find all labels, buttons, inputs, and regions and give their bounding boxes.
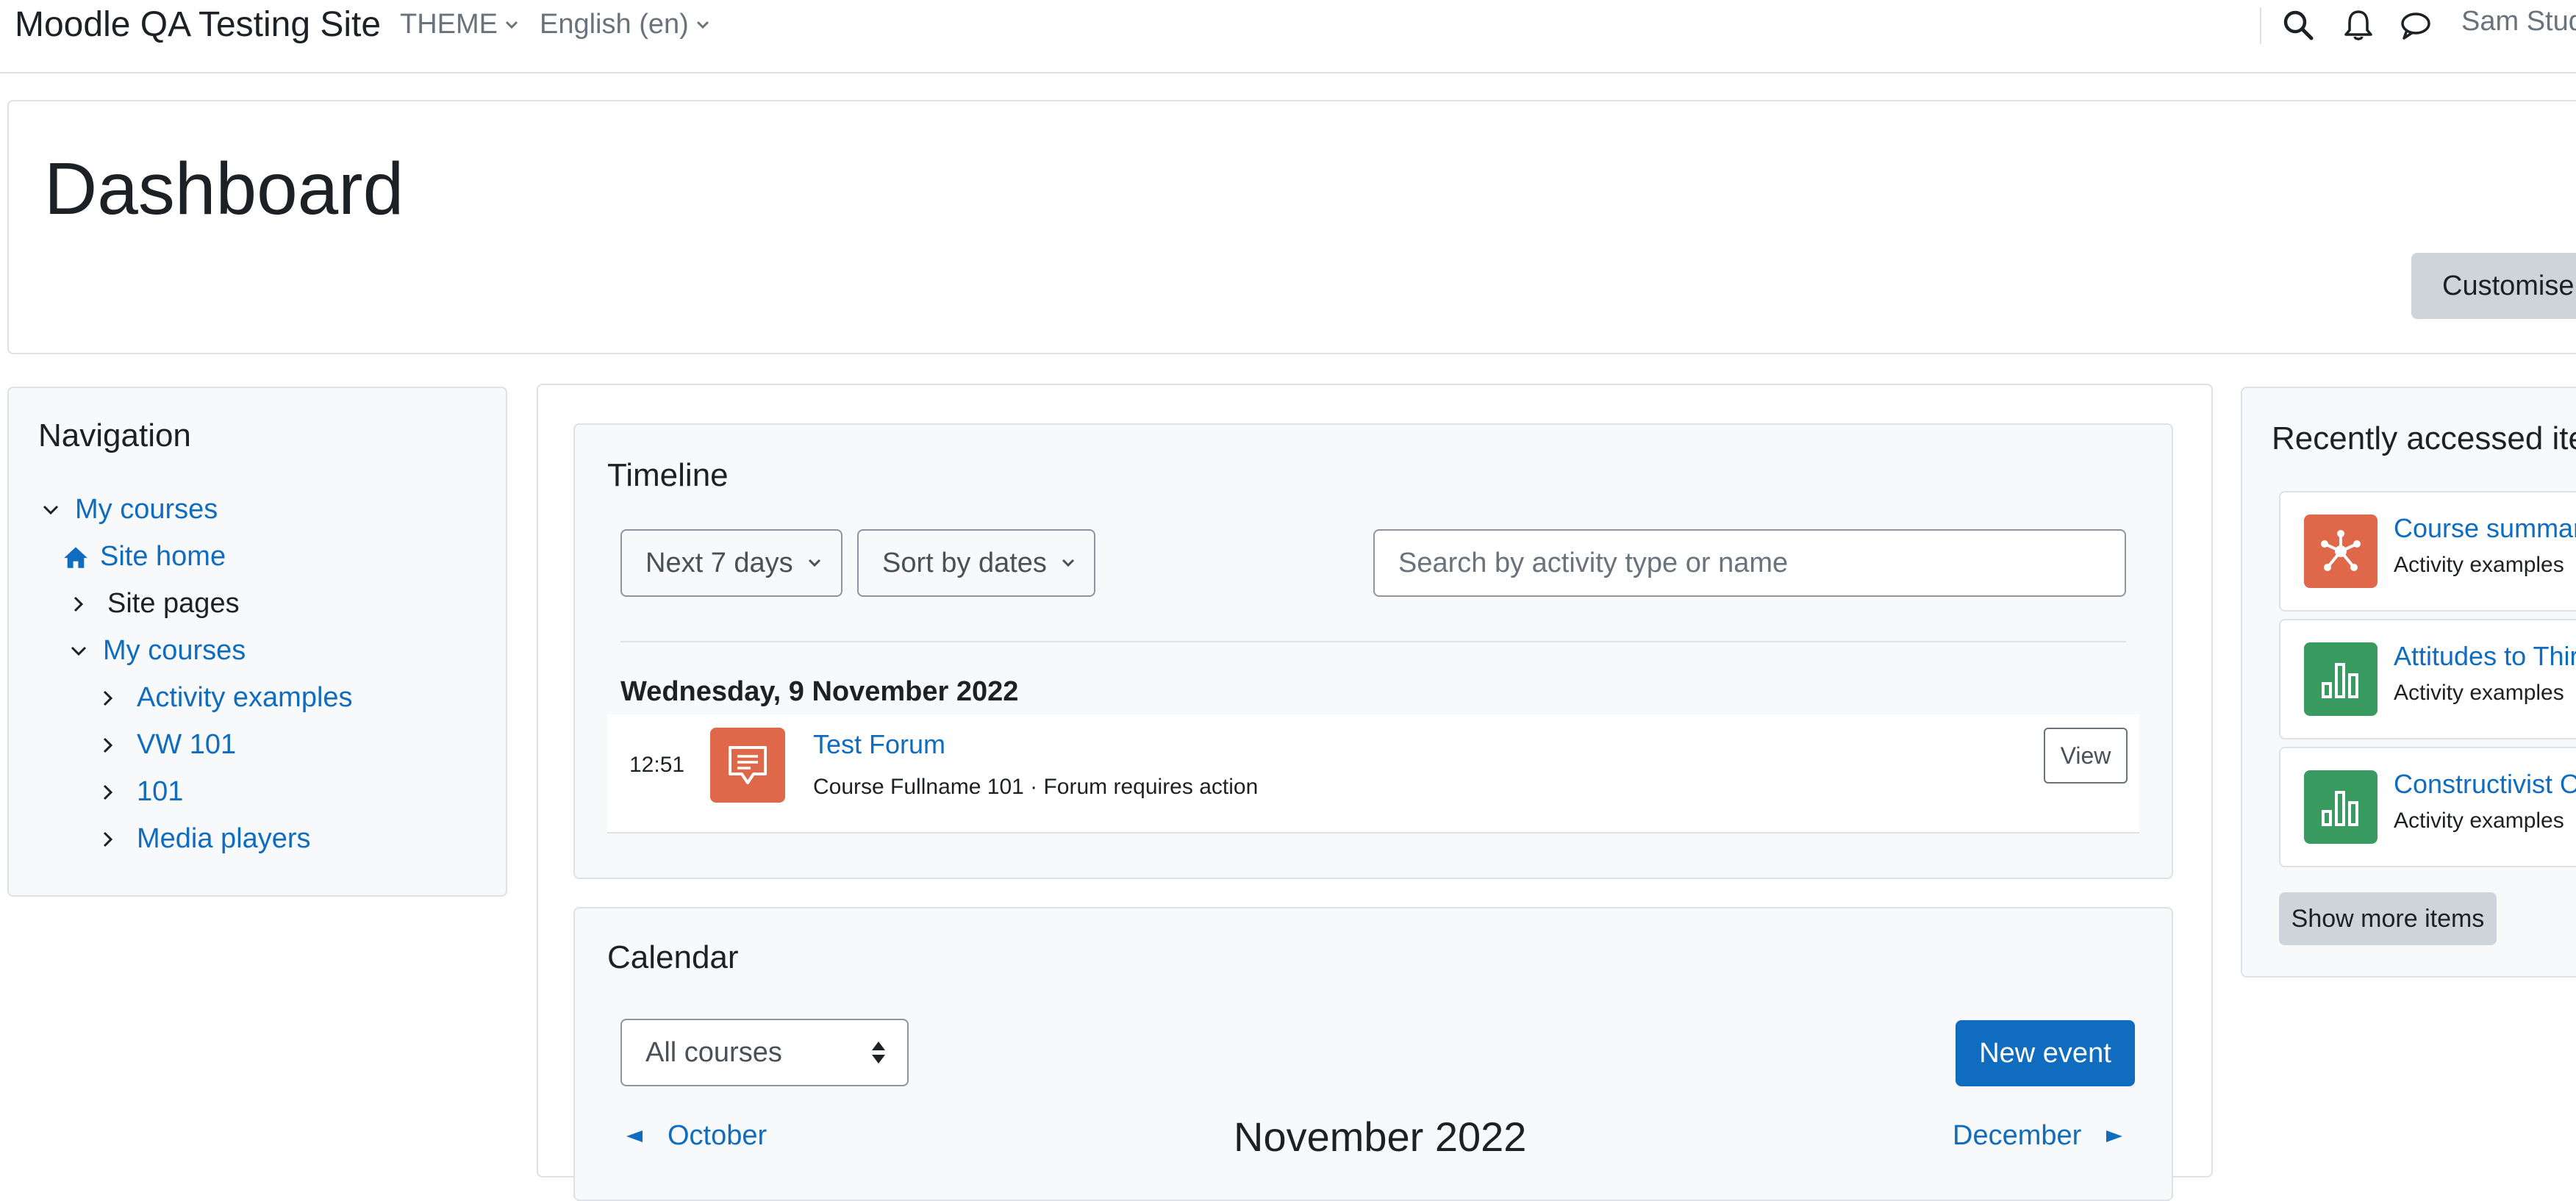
show-more-items-button[interactable]: Show more items: [2279, 892, 2497, 945]
timeline-day-filter[interactable]: Next 7 days: [620, 529, 842, 597]
messages-icon[interactable]: [2398, 7, 2433, 43]
new-event-button[interactable]: New event: [1956, 1020, 2135, 1086]
chevron-down-icon: [505, 21, 518, 29]
calendar-current-month: November 2022: [1234, 1114, 1527, 1160]
timeline-sort-filter-label: Sort by dates: [882, 547, 1047, 578]
chevron-down-icon: [1062, 559, 1074, 567]
theme-menu-label: THEME: [400, 9, 498, 40]
chevron-right-icon: [103, 831, 113, 847]
language-menu[interactable]: English (en): [540, 9, 711, 40]
nav-item-my-courses-root[interactable]: My courses: [40, 494, 218, 526]
navigation-block: Navigation My courses Site home Site pag…: [7, 387, 507, 897]
nav-item-label: My courses: [103, 635, 246, 666]
user-menu[interactable]: Sam Stud: [2461, 6, 2576, 37]
timeline-day-filter-label: Next 7 days: [645, 547, 793, 578]
page-header: Dashboard Customise t: [7, 100, 2576, 354]
theme-menu[interactable]: THEME: [400, 9, 520, 40]
chevron-down-icon: [808, 559, 820, 567]
network-icon: [2304, 515, 2378, 588]
nav-item-label: Site home: [100, 541, 226, 572]
navigation-block-title: Navigation: [38, 417, 191, 453]
chevron-down-icon: [71, 646, 87, 656]
recent-item-card[interactable]: Constructivist O Activity examples: [2279, 747, 2576, 867]
recent-item-card[interactable]: Attitudes to Thir Activity examples: [2279, 619, 2576, 739]
chevron-right-icon: [103, 784, 113, 800]
forum-icon: [710, 728, 785, 803]
arrow-right-icon: [2106, 1130, 2123, 1142]
recent-item-course: Activity examples: [2394, 681, 2564, 705]
top-navbar: Moodle QA Testing Site THEME English (en…: [0, 0, 2576, 74]
calendar-course-select-label: All courses: [645, 1036, 782, 1068]
nav-item-activity-examples[interactable]: Activity examples: [97, 682, 353, 714]
customise-page-button[interactable]: Customise t: [2411, 253, 2576, 319]
language-menu-label: English (en): [540, 9, 689, 40]
nav-item-label: My courses: [75, 494, 218, 525]
nav-item-label: VW 101: [137, 729, 237, 760]
timeline-search-input[interactable]: [1373, 529, 2126, 597]
recent-item-card[interactable]: Course summar Activity examples: [2279, 491, 2576, 612]
recent-item-name[interactable]: Course summar: [2394, 513, 2576, 544]
next-month-label: December: [1953, 1120, 2082, 1151]
bar-chart-icon: [2304, 642, 2378, 716]
timeline-event-divider: [607, 832, 2139, 833]
search-icon[interactable]: [2280, 7, 2316, 43]
timeline-title: Timeline: [607, 457, 729, 493]
recent-item-name[interactable]: Attitudes to Thir: [2394, 641, 2576, 672]
chevron-right-icon: [74, 596, 84, 612]
chevron-right-icon: [103, 690, 113, 706]
event-name-link[interactable]: Test Forum: [813, 729, 945, 760]
sort-arrows-icon: [872, 1042, 885, 1064]
nav-item-media-players[interactable]: Media players: [97, 823, 311, 855]
calendar-title: Calendar: [607, 939, 739, 975]
nav-item-101[interactable]: 101: [97, 776, 183, 808]
nav-item-label: 101: [137, 776, 184, 807]
timeline-event-row: 12:51 Test Forum Course Fullname 101 · F…: [607, 714, 2139, 832]
recent-item-course: Activity examples: [2394, 809, 2564, 833]
event-time: 12:51: [629, 753, 685, 777]
nav-item-label: Site pages: [107, 588, 240, 619]
nav-item-label: Activity examples: [137, 682, 353, 713]
timeline-sort-filter[interactable]: Sort by dates: [857, 529, 1095, 597]
chevron-down-icon: [43, 505, 59, 515]
nav-item-site-home[interactable]: Site home: [62, 541, 226, 573]
home-icon: [64, 546, 87, 568]
speech-bubble-icon: [729, 746, 767, 784]
nav-item-vw-101[interactable]: VW 101: [97, 729, 236, 761]
event-details: Course Fullname 101 · Forum requires act…: [813, 775, 1259, 799]
bar-chart-icon: [2304, 770, 2378, 844]
timeline-date-heading: Wednesday, 9 November 2022: [620, 676, 1019, 707]
chevron-down-icon: [696, 21, 709, 29]
nav-item-site-pages[interactable]: Site pages: [68, 588, 240, 620]
timeline-divider: [620, 641, 2126, 642]
bell-icon[interactable]: [2341, 7, 2376, 43]
chevron-right-icon: [103, 737, 113, 753]
nav-item-label: Media players: [137, 823, 311, 854]
event-view-button[interactable]: View: [2044, 728, 2128, 784]
recent-item-name[interactable]: Constructivist O: [2394, 769, 2576, 800]
arrow-left-icon: [626, 1130, 643, 1142]
navbar-divider: [2260, 7, 2261, 44]
calendar-course-select[interactable]: All courses: [620, 1019, 909, 1086]
nav-item-my-courses[interactable]: My courses: [68, 635, 246, 667]
page-title: Dashboard: [44, 148, 404, 230]
site-name-link[interactable]: Moodle QA Testing Site: [15, 4, 381, 45]
recent-item-course: Activity examples: [2394, 553, 2564, 577]
calendar-prev-month-link[interactable]: October: [625, 1120, 767, 1152]
calendar-next-month-link[interactable]: December: [1953, 1120, 2124, 1152]
prev-month-label: October: [668, 1120, 768, 1151]
recently-accessed-title: Recently accessed ite: [2272, 420, 2576, 456]
